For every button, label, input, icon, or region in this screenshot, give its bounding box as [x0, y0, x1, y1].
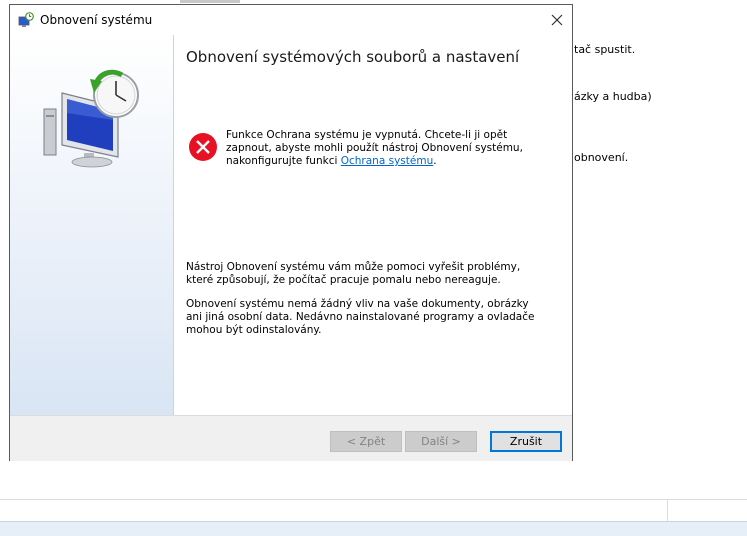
background-text-line-1: tač spustit.	[574, 43, 636, 56]
background-status-row	[0, 499, 747, 522]
dialog-content: Obnovení systémových souborů a nastavení…	[174, 35, 572, 415]
dialog-footer: < Zpět Další > Zrušit	[10, 415, 572, 461]
dialog-sidebar	[10, 35, 174, 415]
background-text-line-2: ázky a hudba)	[574, 90, 652, 103]
close-icon	[551, 14, 563, 26]
system-protection-link[interactable]: Ochrana systému	[341, 155, 434, 167]
background-status-separator	[667, 500, 668, 522]
background-text-line-3: obnovení.	[574, 151, 629, 164]
description-paragraph-1: Nástroj Obnovení systému vám může pomoci…	[186, 261, 521, 286]
close-button[interactable]	[542, 5, 572, 35]
background-taskbar-strip	[0, 521, 747, 536]
system-restore-illustration	[43, 69, 139, 168]
background-window-edge	[180, 0, 240, 3]
title-bar[interactable]: Obnovení systému	[10, 5, 572, 35]
dialog-title: Obnovení systému	[40, 13, 153, 27]
error-icon	[189, 133, 217, 161]
next-button[interactable]: Další >	[405, 431, 477, 452]
back-button[interactable]: < Zpět	[330, 431, 402, 452]
system-restore-dialog: Obnovení systému Obnovení systémových so…	[9, 4, 573, 461]
error-message-end: .	[433, 155, 437, 167]
system-restore-icon	[18, 12, 34, 28]
error-message: Funkce Ochrana systému je vypnutá. Chcet…	[226, 129, 556, 168]
description-paragraph-2: Obnovení systému nemá žádný vliv na vaše…	[186, 298, 535, 336]
page-title: Obnovení systémových souborů a nastavení	[186, 48, 520, 66]
cancel-button[interactable]: Zrušit	[490, 431, 562, 452]
